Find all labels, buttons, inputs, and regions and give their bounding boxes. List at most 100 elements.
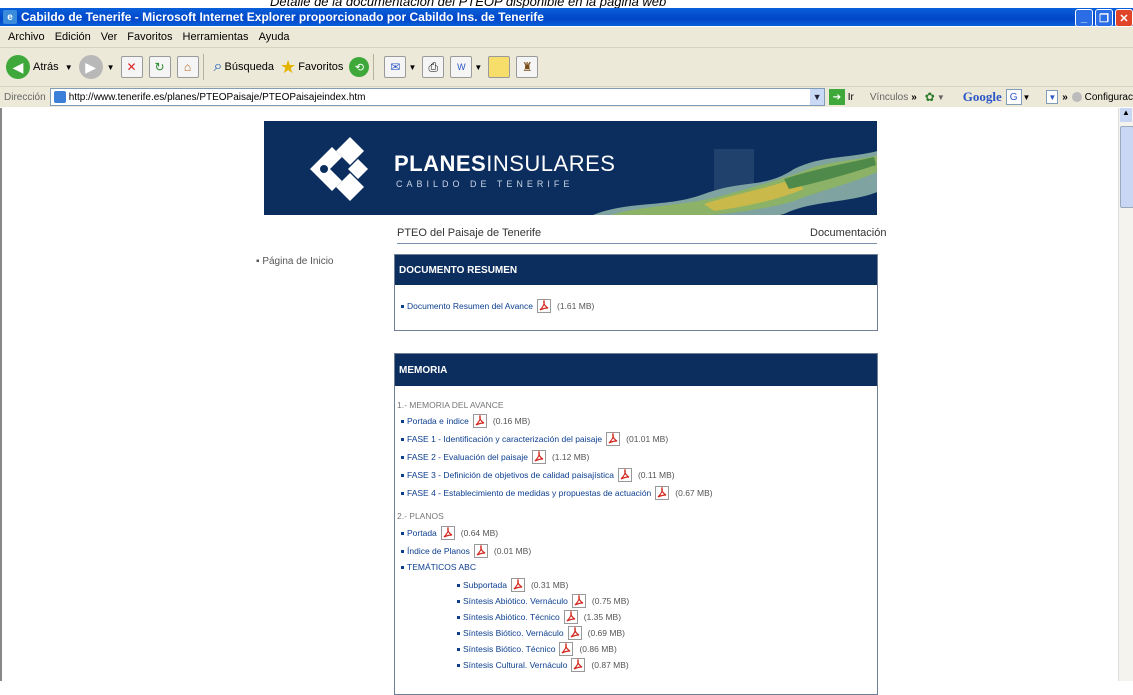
dropdown-arrow-icon[interactable]: ▼	[65, 63, 73, 72]
item-label: FASE 1 - Identificación y caracterizació…	[407, 434, 603, 444]
pdf-icon	[655, 486, 670, 500]
minimize-icon[interactable]: _	[1075, 9, 1093, 27]
forward-button[interactable]: ▶ ▼	[78, 55, 115, 79]
note-button[interactable]	[488, 56, 511, 78]
chevron-right-icon[interactable]: »	[1062, 92, 1068, 103]
stop-button[interactable]: ✕	[120, 56, 143, 78]
menu-edicion[interactable]: Edición	[55, 31, 91, 43]
file-size: (0.16 MB)	[492, 416, 531, 426]
settings-icon[interactable]	[1071, 92, 1082, 102]
item-label: Documento Resumen del Avance	[407, 301, 534, 311]
search-button[interactable]: ⌕ Búsqueda	[214, 58, 275, 76]
back-button[interactable]: ◀ Atrás ▼	[6, 55, 73, 79]
search-icon: ⌕	[213, 58, 223, 75]
address-url: http://www.tenerife.es/planes/PTEOPaisaj…	[68, 91, 366, 103]
bullet-icon	[401, 455, 404, 459]
mail-icon: ✉	[384, 56, 407, 78]
home-link-label: Página de Inicio	[262, 256, 334, 267]
pdf-icon	[606, 432, 621, 446]
file-size: (0.87 MB)	[591, 660, 629, 670]
list-item[interactable]: Documento Resumen del Avance (1.61 MB)	[401, 299, 594, 313]
item-label: Portada e índice	[407, 416, 469, 426]
pdf-icon	[473, 544, 488, 558]
pdf-icon	[440, 526, 455, 540]
refresh-button[interactable]: ↻	[148, 56, 171, 78]
dropdown-arrow-icon[interactable]: ▼	[408, 63, 416, 72]
documentation-link[interactable]: Documentación	[810, 227, 886, 239]
word-icon: W	[450, 56, 473, 78]
page-title: PTEO del Paisaje de Tenerife	[397, 227, 542, 239]
sub-list-item[interactable]: Síntesis Biótico. Técnico (0.86 MB)	[457, 642, 617, 656]
chevron-right-icon[interactable]: »	[911, 92, 917, 103]
home-button[interactable]: ⌂	[176, 56, 199, 78]
star-icon: ★	[280, 56, 297, 77]
dropdown-arrow-icon[interactable]: ▼	[474, 63, 482, 72]
list-item[interactable]: FASE 3 - Definición de objetivos de cali…	[401, 468, 675, 482]
go-arrow-icon[interactable]: ➔	[829, 89, 845, 105]
sub-list-item[interactable]: Síntesis Cultural. Vernáculo (0.87 MB)	[457, 658, 629, 672]
file-size: (0.86 MB)	[579, 644, 617, 654]
menu-favoritos[interactable]: Favoritos	[127, 31, 172, 43]
item-label: Síntesis Biótico. Técnico	[463, 644, 556, 654]
messenger-icon: ♜	[516, 56, 539, 78]
dropdown-arrow-icon[interactable]: ▼	[937, 93, 945, 102]
list-item[interactable]: Índice de Planos (0.01 MB)	[401, 544, 531, 558]
address-input[interactable]: http://www.tenerife.es/planes/PTEOPaisaj…	[49, 88, 826, 106]
messenger-button[interactable]: ♜	[516, 56, 539, 78]
list-item[interactable]: Portada (0.64 MB)	[401, 526, 498, 540]
scroll-up-icon[interactable]: ▲	[1120, 108, 1132, 122]
google-icon[interactable]: G	[1005, 89, 1022, 105]
scroll-thumb[interactable]	[1120, 126, 1133, 208]
sub-list-item[interactable]: Subportada (0.31 MB)	[457, 578, 568, 592]
pdf-icon	[563, 610, 578, 624]
history-icon: ⟲	[349, 57, 370, 77]
island-map-image	[593, 149, 877, 215]
back-label: Atrás	[33, 61, 59, 73]
list-item[interactable]: FASE 1 - Identificación y caracterizació…	[401, 432, 668, 446]
browser-viewport: PLANESINSULARES CABILDO DE TENERIFE PTEO…	[0, 108, 1121, 695]
dropdown-arrow-icon[interactable]: ▼	[107, 63, 115, 72]
brand-subtitle: CABILDO DE TENERIFE	[396, 179, 574, 189]
restore-icon[interactable]: ❐	[1095, 9, 1113, 27]
bullet-icon	[401, 437, 404, 441]
sub-list-item[interactable]: Síntesis Abiótico. Técnico (1.35 MB)	[457, 610, 621, 624]
chevron-down-icon[interactable]: ▼	[810, 89, 825, 105]
vertical-scrollbar[interactable]: ▲	[1118, 108, 1133, 681]
favorites-label: Favoritos	[298, 61, 344, 73]
file-size: (0.69 MB)	[587, 628, 625, 638]
favorites-button[interactable]: ★ Favoritos	[280, 57, 343, 78]
menu-herramientas[interactable]: Herramientas	[183, 31, 249, 43]
home-link[interactable]: ▪ Página de Inicio	[256, 256, 334, 267]
search-label: Búsqueda	[224, 61, 275, 73]
list-item[interactable]: Portada e índice (0.16 MB)	[401, 414, 530, 428]
history-button[interactable]: ⟲	[349, 57, 370, 77]
menu-archivo[interactable]: Archivo	[8, 31, 45, 43]
menu-ayuda[interactable]: Ayuda	[259, 31, 290, 43]
list-item[interactable]: FASE 2 - Evaluación del paisaje (1.12 MB)	[401, 450, 589, 464]
go-button[interactable]: Ir	[848, 92, 854, 103]
forward-arrow-icon: ▶	[78, 55, 103, 79]
file-size: (01.01 MB)	[626, 434, 669, 444]
config-label[interactable]: Configurac	[1085, 92, 1133, 103]
list-item[interactable]: FASE 4 - Establecimiento de medidas y pr…	[401, 486, 713, 500]
close-icon[interactable]: ✕	[1115, 9, 1133, 27]
list-item[interactable]: TEMÁTICOS ABC	[401, 562, 476, 572]
pdf-icon	[559, 642, 574, 656]
site-banner: PLANESINSULARES CABILDO DE TENERIFE	[264, 121, 877, 215]
resumen-panel: DOCUMENTO RESUMEN Documento Resumen del …	[394, 254, 878, 331]
print-button[interactable]: ⎙	[422, 56, 445, 78]
pdf-icon	[537, 299, 552, 313]
bullet-icon	[457, 647, 460, 651]
tools-icon[interactable]: ✿	[925, 90, 935, 104]
links-label[interactable]: Vínculos	[870, 92, 908, 103]
edit-button[interactable]: W ▼	[450, 56, 482, 78]
chevron-down-icon[interactable]: ▼	[1046, 90, 1059, 104]
sub-list-item[interactable]: Síntesis Abiótico. Vernáculo (0.75 MB)	[457, 594, 629, 608]
dropdown-arrow-icon[interactable]: ▼	[1023, 93, 1031, 102]
sub-list-item[interactable]: Síntesis Biótico. Vernáculo (0.69 MB)	[457, 626, 625, 640]
pdf-icon	[567, 626, 582, 640]
menu-ver[interactable]: Ver	[101, 31, 118, 43]
mail-button[interactable]: ✉ ▼	[384, 56, 416, 78]
pdf-icon	[531, 450, 546, 464]
title-divider	[397, 243, 877, 244]
